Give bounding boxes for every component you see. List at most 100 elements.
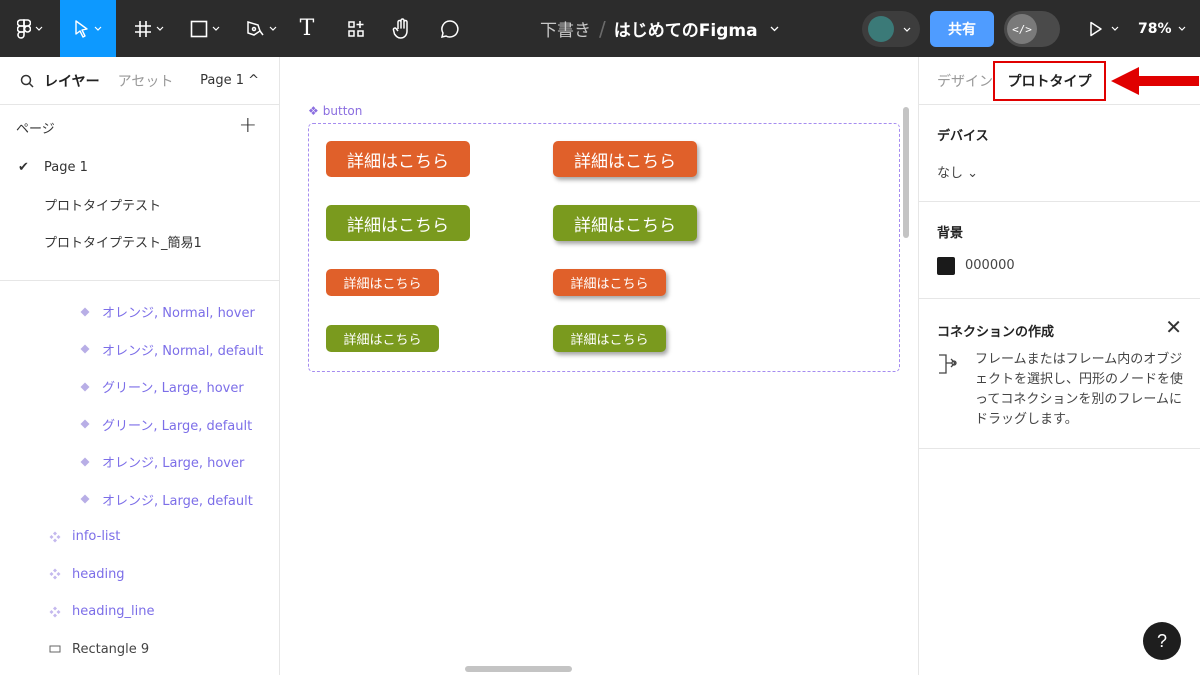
dev-mode-toggle[interactable]: </> [1004, 11, 1060, 47]
help-button[interactable]: ? [1143, 622, 1181, 660]
frame-tool-button[interactable] [128, 0, 170, 57]
left-panel: レイヤー アセット Page 1 ^ ページ + ✔ Page 1 プロトタイプ… [0, 57, 280, 675]
layer-item[interactable]: info-list [0, 518, 279, 556]
draft-label[interactable]: 下書き [540, 16, 591, 41]
search-icon[interactable] [20, 74, 34, 88]
layer-list: オレンジ, Normal, hover オレンジ, Normal, defaul… [0, 293, 279, 668]
page-item-prototype-test[interactable]: プロトタイプテスト [0, 186, 279, 223]
frame-name: button [322, 104, 363, 118]
button-orange-large-hover[interactable]: 詳細はこちら [553, 141, 697, 177]
comment-tool-button[interactable] [434, 0, 466, 57]
button-green-normal-hover[interactable]: 詳細はこちら [553, 325, 666, 352]
button-orange-normal-hover[interactable]: 詳細はこちら [553, 269, 666, 296]
tab-assets[interactable]: アセット [118, 71, 174, 91]
layer-item[interactable]: オレンジ, Normal, default [0, 331, 279, 369]
pen-tool-button[interactable] [240, 0, 282, 57]
chevron-down-icon [94, 26, 102, 31]
layer-item[interactable]: グリーン, Large, hover [0, 368, 279, 406]
button-green-large-hover[interactable]: 詳細はこちら [553, 205, 697, 241]
layer-name: オレンジ, Normal, default [102, 343, 264, 359]
rectangle-layer-icon [48, 644, 62, 654]
page-item-prototype-test-simple-1[interactable]: プロトタイプテスト_簡易1 [0, 223, 279, 260]
present-button[interactable] [1084, 0, 1124, 57]
page-name: プロトタイプテスト_簡易1 [44, 236, 202, 251]
layer-item[interactable]: Rectangle 9 [0, 631, 279, 669]
device-select[interactable]: なし ⌄ [937, 162, 978, 181]
cursor-arrow-icon [75, 19, 88, 38]
variant-diamond-icon [78, 382, 92, 392]
button-orange-normal-default[interactable]: 詳細はこちら [326, 269, 439, 296]
resources-button[interactable] [340, 0, 372, 57]
chevron-down-icon [903, 27, 911, 32]
page-list: ✔ Page 1 プロトタイプテスト プロトタイプテスト_簡易1 [0, 149, 279, 260]
layer-name: グリーン, Large, default [102, 418, 253, 434]
layer-item[interactable]: オレンジ, Normal, hover [0, 293, 279, 331]
page-name: Page 1 [44, 160, 88, 175]
chevron-down-icon [35, 26, 43, 31]
horizontal-scrollbar[interactable] [465, 666, 572, 672]
frame-hash-icon [135, 20, 151, 37]
component-set-icon: ❖ [308, 104, 319, 118]
canvas[interactable]: ❖ button 詳細はこちら 詳細はこちら 詳細はこちら 詳細はこちら 詳細は… [281, 57, 918, 675]
right-panel-tabs: デザイン プロトタイプ [919, 57, 1200, 105]
chevron-down-icon [212, 26, 220, 31]
share-button[interactable]: 共有 [930, 11, 994, 47]
layer-item[interactable]: heading_line [0, 593, 279, 631]
move-tool-button[interactable] [60, 0, 116, 57]
comment-bubble-icon [440, 19, 459, 38]
chevron-down-icon [156, 26, 164, 31]
layer-item[interactable]: heading [0, 556, 279, 594]
file-name[interactable]: はじめてのFigma [614, 16, 758, 41]
layer-item[interactable]: オレンジ, Large, hover [0, 443, 279, 481]
vertical-scrollbar[interactable] [903, 107, 909, 238]
variant-diamond-icon [78, 494, 92, 504]
button-green-normal-default[interactable]: 詳細はこちら [326, 325, 439, 352]
frame-label[interactable]: ❖ button [308, 104, 362, 118]
pages-divider[interactable] [0, 280, 279, 281]
background-section: 背景 000000 [919, 202, 1200, 299]
shape-tool-button[interactable] [184, 0, 226, 57]
connection-description: フレームまたはフレーム内のオブジェクトを選択し、円形のノードを使ってコネクション… [975, 352, 1184, 427]
text-tool-label: T [299, 16, 315, 41]
layer-name: オレンジ, Normal, hover [102, 306, 255, 322]
connection-node-icon [939, 354, 957, 374]
file-title[interactable]: 下書き / はじめてのFigma [540, 0, 779, 57]
chevron-down-icon [1178, 26, 1185, 31]
zoom-value: 78% [1138, 20, 1172, 37]
button-orange-large-default[interactable]: 詳細はこちら [326, 141, 470, 177]
layer-item[interactable]: グリーン, Large, default [0, 406, 279, 444]
multiplayer-avatars[interactable] [862, 11, 920, 47]
button-green-large-default[interactable]: 詳細はこちら [326, 205, 470, 241]
tab-prototype[interactable]: プロトタイプ [993, 61, 1106, 101]
close-icon[interactable]: ✕ [1165, 315, 1182, 339]
page-item-page-1[interactable]: ✔ Page 1 [0, 149, 279, 186]
tab-design[interactable]: デザイン [937, 71, 993, 91]
title-slash: / [599, 16, 606, 41]
zoom-control[interactable]: 78% [1138, 0, 1186, 57]
red-arrow-annotation-icon [1111, 67, 1199, 95]
device-section: デバイス なし ⌄ [919, 105, 1200, 202]
checkmark-icon: ✔ [18, 160, 29, 175]
add-page-button[interactable]: + [239, 113, 257, 138]
figma-logo-icon [17, 18, 31, 39]
device-title: デバイス [937, 129, 989, 144]
top-toolbar: T 下書き / はじめてのFigma 共有 </> 78% [0, 0, 1200, 57]
text-tool-button[interactable]: T [292, 0, 322, 57]
pages-header: ページ + [0, 105, 279, 149]
background-color-value[interactable]: 000000 [965, 258, 1015, 273]
tab-layers[interactable]: レイヤー [44, 71, 100, 91]
main-menu-button[interactable] [12, 0, 48, 57]
variant-diamond-icon [78, 307, 92, 317]
hand-tool-button[interactable] [386, 0, 418, 57]
component-set-frame[interactable]: 詳細はこちら 詳細はこちら 詳細はこちら 詳細はこちら 詳細はこちら 詳細はこち… [308, 123, 900, 372]
background-color-swatch[interactable] [937, 257, 955, 275]
pen-icon [247, 20, 264, 36]
chevron-down-icon [269, 26, 277, 31]
layer-item[interactable]: オレンジ, Large, default [0, 481, 279, 519]
component-set-icon [48, 568, 62, 580]
page-selector[interactable]: Page 1 ^ [200, 73, 259, 88]
variant-diamond-icon [78, 344, 92, 354]
avatar[interactable] [868, 16, 894, 42]
layer-name: heading [72, 566, 125, 582]
layer-name: Rectangle 9 [72, 641, 150, 657]
